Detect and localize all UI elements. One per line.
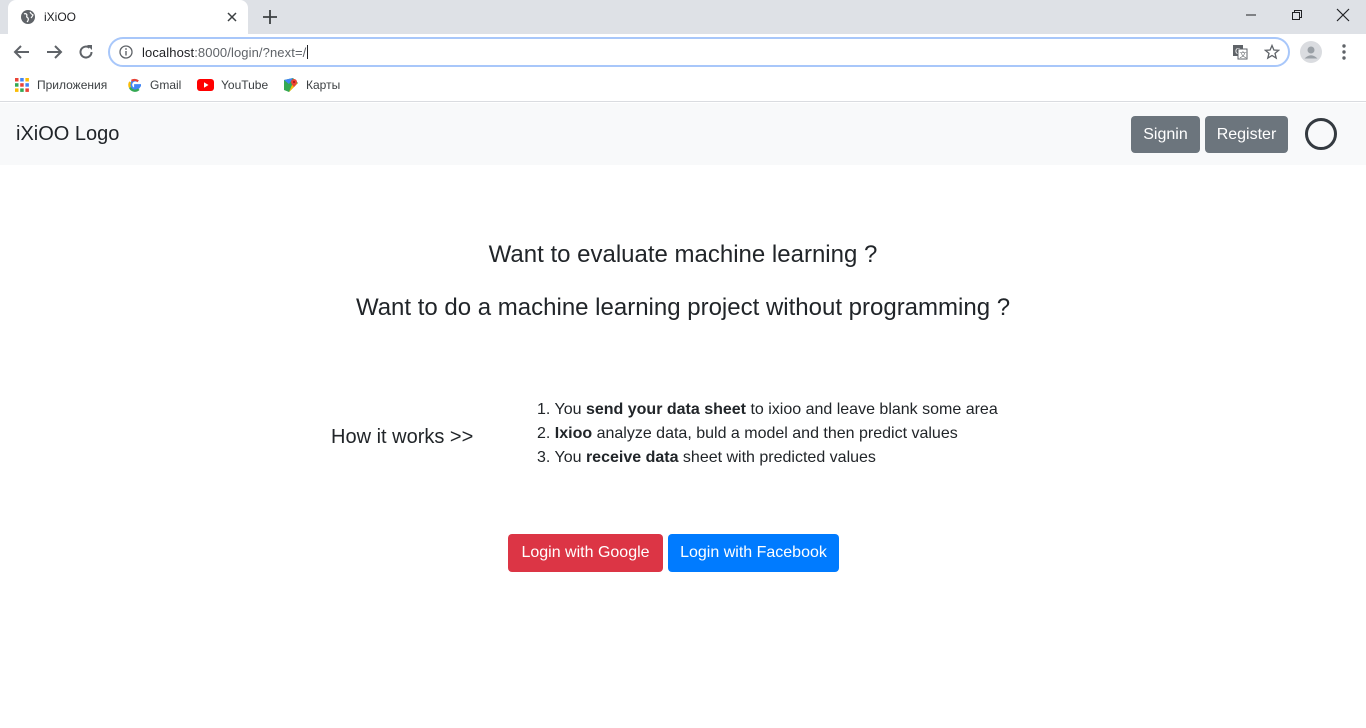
restore-icon [1292, 10, 1302, 20]
address-bar[interactable]: localhost:8000/login/?next=/ G 文 [108, 37, 1290, 67]
close-icon[interactable] [224, 9, 240, 25]
bookmark-gmail[interactable]: Gmail [127, 76, 181, 94]
step-item: 2. Ixioo analyze data, buld a model and … [537, 425, 958, 442]
youtube-icon [197, 79, 214, 91]
kebab-menu-icon[interactable] [1336, 42, 1352, 62]
avatar[interactable] [1305, 118, 1337, 150]
bookmarks-bar: Приложения Gmail YouTube Карты [0, 70, 1366, 102]
bookmark-label: Карты [306, 78, 341, 92]
headline-no-programming: Want to do a machine learning project wi… [355, 294, 1011, 321]
close-icon [1336, 8, 1350, 22]
how-it-works-label: How it works >> [331, 426, 474, 448]
star-icon[interactable] [1264, 44, 1280, 60]
reload-icon [79, 45, 93, 59]
headline-evaluate: Want to evaluate machine learning ? [488, 241, 878, 268]
site-navbar: iXiOO Logo Signin Register [0, 103, 1366, 165]
maps-pin-icon [284, 78, 298, 92]
brand-logo[interactable]: iXiOO Logo [16, 123, 119, 146]
login-facebook-button[interactable]: Login with Facebook [668, 534, 839, 572]
bookmark-apps[interactable]: Приложения [14, 76, 107, 94]
new-tab-icon[interactable] [260, 8, 280, 26]
register-button[interactable]: Register [1205, 116, 1288, 153]
translate-icon[interactable]: G 文 [1232, 44, 1248, 60]
info-icon[interactable] [119, 45, 133, 59]
google-g-icon [128, 78, 142, 92]
back-button[interactable] [10, 40, 34, 64]
browser-tabstrip: iXiOO [0, 0, 1366, 34]
login-google-button[interactable]: Login with Google [508, 534, 663, 572]
bookmark-label: Gmail [150, 78, 182, 92]
bookmark-youtube[interactable]: YouTube [197, 76, 268, 94]
reload-button[interactable] [74, 40, 98, 64]
step-item: 1. You send your data sheet to ixioo and… [537, 401, 998, 418]
apps-grid-icon [15, 78, 29, 92]
forward-button[interactable] [42, 40, 66, 64]
window-close-button[interactable] [1320, 0, 1366, 30]
profile-icon[interactable] [1300, 41, 1322, 63]
bookmark-maps[interactable]: Карты [283, 76, 340, 94]
bookmark-label: Приложения [37, 78, 108, 92]
steps-list: 1. You send your data sheet to ixioo and… [537, 398, 998, 470]
signin-button[interactable]: Signin [1131, 116, 1200, 153]
globe-icon [21, 10, 35, 24]
browser-toolbar: localhost:8000/login/?next=/ G 文 [0, 34, 1366, 70]
minimize-button[interactable] [1228, 0, 1274, 30]
svg-text:文: 文 [1240, 50, 1247, 59]
restore-button[interactable] [1274, 0, 1320, 30]
bookmark-label: YouTube [221, 78, 269, 92]
arrow-right-icon [47, 45, 63, 59]
browser-tab[interactable]: iXiOO [8, 0, 248, 34]
step-item: 3. You receive data sheet with predicted… [537, 449, 876, 466]
arrow-left-icon [13, 45, 29, 59]
minimize-icon [1246, 14, 1256, 16]
url-text: localhost:8000/login/?next=/ [142, 45, 309, 60]
tab-title: iXiOO [44, 10, 77, 24]
